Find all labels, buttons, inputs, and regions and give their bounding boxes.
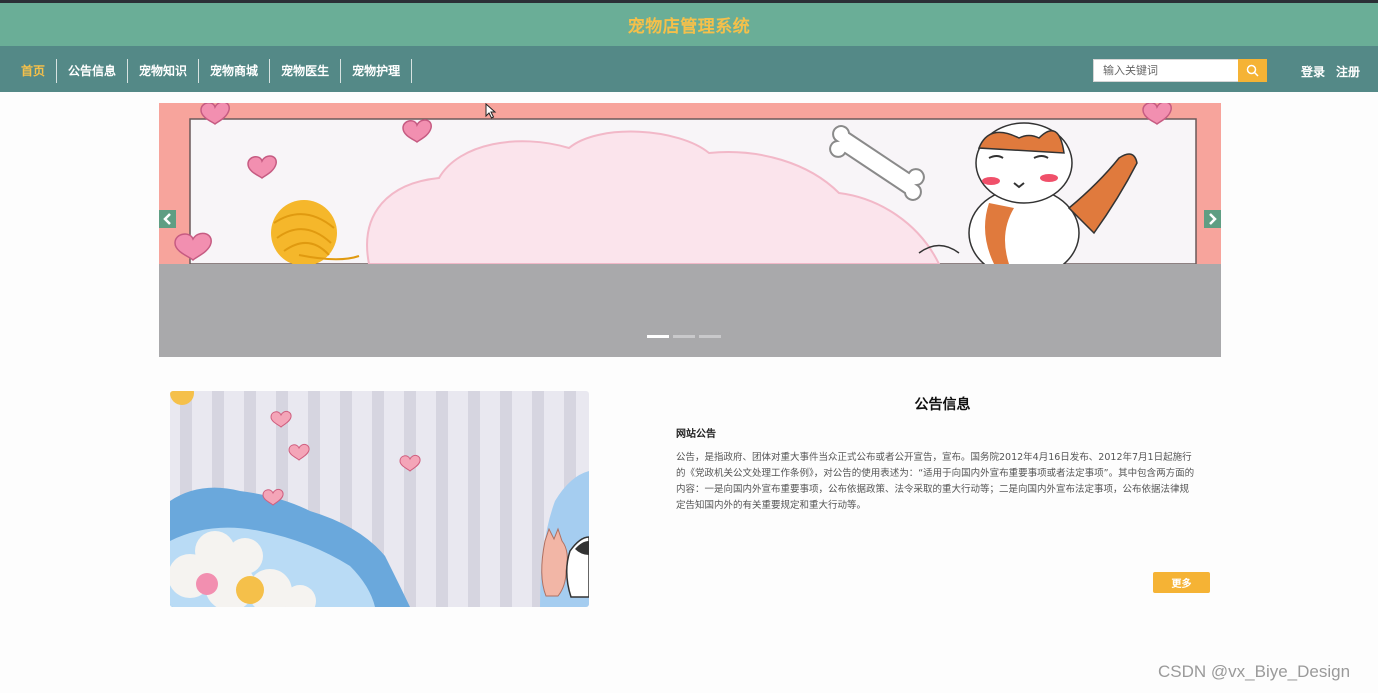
chevron-left-icon (163, 213, 171, 225)
carousel-dot[interactable] (647, 335, 669, 338)
nav-item-pet-care[interactable]: 宠物护理 (341, 59, 413, 83)
carousel-dot[interactable] (699, 335, 721, 338)
login-link[interactable]: 登录 (1301, 63, 1325, 80)
carousel-prev-button[interactable] (159, 210, 176, 228)
nav-item-pet-shop[interactable]: 宠物商城 (199, 59, 271, 83)
notice-illustration (170, 391, 589, 607)
banner-image (159, 103, 1221, 264)
register-link[interactable]: 注册 (1336, 63, 1360, 80)
nav-item-pet-knowledge[interactable]: 宠物知识 (128, 59, 200, 83)
chevron-right-icon (1209, 213, 1217, 225)
title-bar: 宠物店管理系统 (0, 3, 1378, 46)
carousel-next-button[interactable] (1204, 210, 1221, 228)
watermark-text: CSDN @vx_Biye_Design (1158, 662, 1351, 681)
site-title: 宠物店管理系统 (627, 17, 751, 37)
mouse-cursor-icon (485, 103, 497, 119)
search-box (1093, 59, 1267, 82)
search-input[interactable] (1093, 59, 1238, 82)
nav-item-home[interactable]: 首页 (10, 59, 58, 83)
nav-menu: 首页 公告信息 宠物知识 宠物商城 宠物医生 宠物护理 (10, 59, 413, 83)
nav-item-notices[interactable]: 公告信息 (57, 59, 129, 83)
carousel-indicators (647, 335, 721, 338)
notice-image (170, 391, 589, 607)
nav-item-pet-doctor[interactable]: 宠物医生 (270, 59, 342, 83)
notice-section-title: 公告信息 (914, 397, 971, 413)
notice-subtitle: 网站公告 (676, 429, 716, 440)
carousel-banner (159, 103, 1221, 357)
more-button[interactable]: 更多 (1153, 572, 1210, 593)
notice-body-text: 公告，是指政府、团体对重大事件当众正式公布或者公开宣告，宣布。国务院2012年4… (676, 452, 1195, 511)
search-icon (1246, 64, 1259, 77)
carousel-dot[interactable] (673, 335, 695, 338)
search-button[interactable] (1238, 59, 1267, 82)
